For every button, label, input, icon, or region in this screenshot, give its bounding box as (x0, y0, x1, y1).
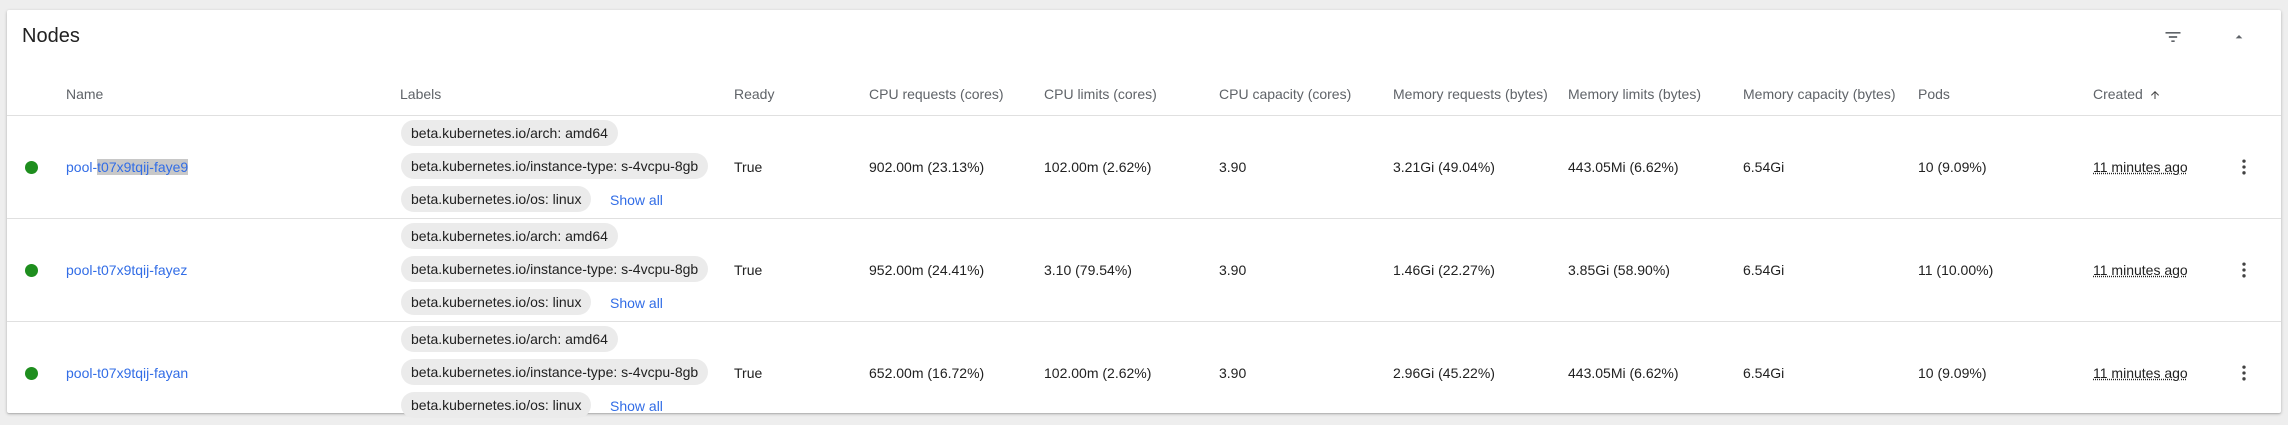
memory-requests-value: 1.46Gi (22.27%) (1393, 262, 1495, 278)
row-actions-button[interactable] (2234, 361, 2254, 385)
memory-limits-value: 3.85Gi (58.90%) (1568, 262, 1670, 278)
collapse-button[interactable] (2225, 23, 2253, 51)
label-chip: beta.kubernetes.io/instance-type: s-4vcp… (401, 153, 709, 179)
memory-limits-value: 443.05Mi (6.62%) (1568, 159, 1679, 175)
nodes-card: Nodes Name Labels Ready CPU requests (co… (7, 10, 2281, 418)
memory-requests-value: 2.96Gi (45.22%) (1393, 365, 1495, 381)
column-header-created-label: Created (2093, 86, 2143, 102)
ready-value: True (734, 159, 763, 175)
status-ready-icon (25, 264, 38, 277)
cpu-limits-value: 102.00m (2.62%) (1044, 365, 1152, 381)
show-all-labels-link[interactable]: Show all (610, 398, 663, 414)
status-ready-icon (25, 367, 38, 380)
label-chip: beta.kubernetes.io/arch: amd64 (401, 326, 618, 352)
table-row: pool-t07x9tqij-fayez beta.kubernetes.io/… (7, 219, 2281, 322)
column-header-memory-requests[interactable]: Memory requests (bytes) (1393, 86, 1548, 102)
node-name-link[interactable]: pool-t07x9tqij-fayez (66, 262, 187, 278)
pods-value: 10 (9.09%) (1918, 159, 1987, 175)
column-header-cpu-capacity[interactable]: CPU capacity (cores) (1219, 86, 1351, 102)
column-header-ready: Ready (734, 86, 775, 102)
cpu-capacity-value: 3.90 (1219, 262, 1247, 278)
label-chip: beta.kubernetes.io/os: linux (401, 289, 592, 315)
column-header-memory-capacity[interactable]: Memory capacity (bytes) (1743, 86, 1895, 102)
node-name-prefix: pool- (66, 159, 98, 175)
node-name-link[interactable]: pool-t07x9tqij-faye9 (66, 159, 189, 175)
node-name-prefix: pool-t07x9tqij-fayan (66, 365, 189, 381)
memory-capacity-value: 6.54Gi (1743, 365, 1785, 381)
label-chip: beta.kubernetes.io/os: linux (401, 186, 592, 212)
status-ready-icon (25, 161, 38, 174)
node-name-link[interactable]: pool-t07x9tqij-fayan (66, 365, 188, 381)
cpu-limits-value: 102.00m (2.62%) (1044, 159, 1152, 175)
column-header-name[interactable]: Name (66, 86, 103, 102)
created-value: 11 minutes ago (2093, 365, 2188, 381)
cpu-capacity-value: 3.90 (1219, 159, 1247, 175)
pods-value: 11 (10.00%) (1918, 262, 1994, 278)
memory-capacity-value: 6.54Gi (1743, 159, 1785, 175)
chevron-up-icon (2235, 35, 2243, 39)
filter-button[interactable] (2159, 23, 2187, 51)
pods-value: 10 (9.09%) (1918, 365, 1987, 381)
table-header: Name Labels Ready CPU requests (cores) C… (7, 72, 2281, 116)
column-header-pods[interactable]: Pods (1918, 86, 1950, 102)
table-row: pool-t07x9tqij-fayan beta.kubernetes.io/… (7, 322, 2281, 418)
ready-value: True (734, 262, 763, 278)
node-name-prefix: pool-t07x9tqij-fayez (66, 262, 188, 278)
cpu-requests-value: 652.00m (16.72%) (869, 365, 985, 381)
column-header-cpu-limits[interactable]: CPU limits (cores) (1044, 86, 1157, 102)
column-header-cpu-requests[interactable]: CPU requests (cores) (869, 86, 1004, 102)
show-all-labels-link[interactable]: Show all (610, 295, 663, 311)
cpu-limits-value: 3.10 (79.54%) (1044, 262, 1132, 278)
card-header: Nodes (7, 10, 2281, 64)
column-header-created[interactable]: Created (2093, 86, 2161, 102)
more-vert-icon (2242, 262, 2246, 278)
memory-requests-value: 3.21Gi (49.04%) (1393, 159, 1495, 175)
memory-limits-value: 443.05Mi (6.62%) (1568, 365, 1679, 381)
column-header-memory-limits[interactable]: Memory limits (bytes) (1568, 86, 1701, 102)
label-chip: beta.kubernetes.io/instance-type: s-4vcp… (401, 359, 709, 385)
filter-list-icon (2165, 32, 2181, 42)
created-value: 11 minutes ago (2093, 262, 2188, 278)
card-title: Nodes (22, 25, 80, 47)
label-chip: beta.kubernetes.io/instance-type: s-4vcp… (401, 256, 709, 282)
more-vert-icon (2242, 365, 2246, 381)
cpu-capacity-value: 3.90 (1219, 365, 1247, 381)
row-actions-button[interactable] (2234, 155, 2254, 179)
arrow-upward-icon (2150, 91, 2159, 100)
row-actions-button[interactable] (2234, 258, 2254, 282)
created-value: 11 minutes ago (2093, 159, 2188, 175)
node-name-selected: t07x9tqij-faye9 (97, 159, 189, 175)
show-all-labels-link[interactable]: Show all (610, 192, 663, 208)
label-chip: beta.kubernetes.io/arch: amd64 (401, 223, 618, 249)
label-chip: beta.kubernetes.io/os: linux (401, 392, 592, 418)
label-chip: beta.kubernetes.io/arch: amd64 (401, 120, 618, 146)
table-row: pool-t07x9tqij-faye9 beta.kubernetes.io/… (7, 116, 2281, 219)
more-vert-icon (2242, 159, 2246, 175)
column-header-labels: Labels (400, 86, 442, 102)
cpu-requests-value: 952.00m (24.41%) (869, 262, 985, 278)
memory-capacity-value: 6.54Gi (1743, 262, 1785, 278)
ready-value: True (734, 365, 763, 381)
cpu-requests-value: 902.00m (23.13%) (869, 159, 985, 175)
